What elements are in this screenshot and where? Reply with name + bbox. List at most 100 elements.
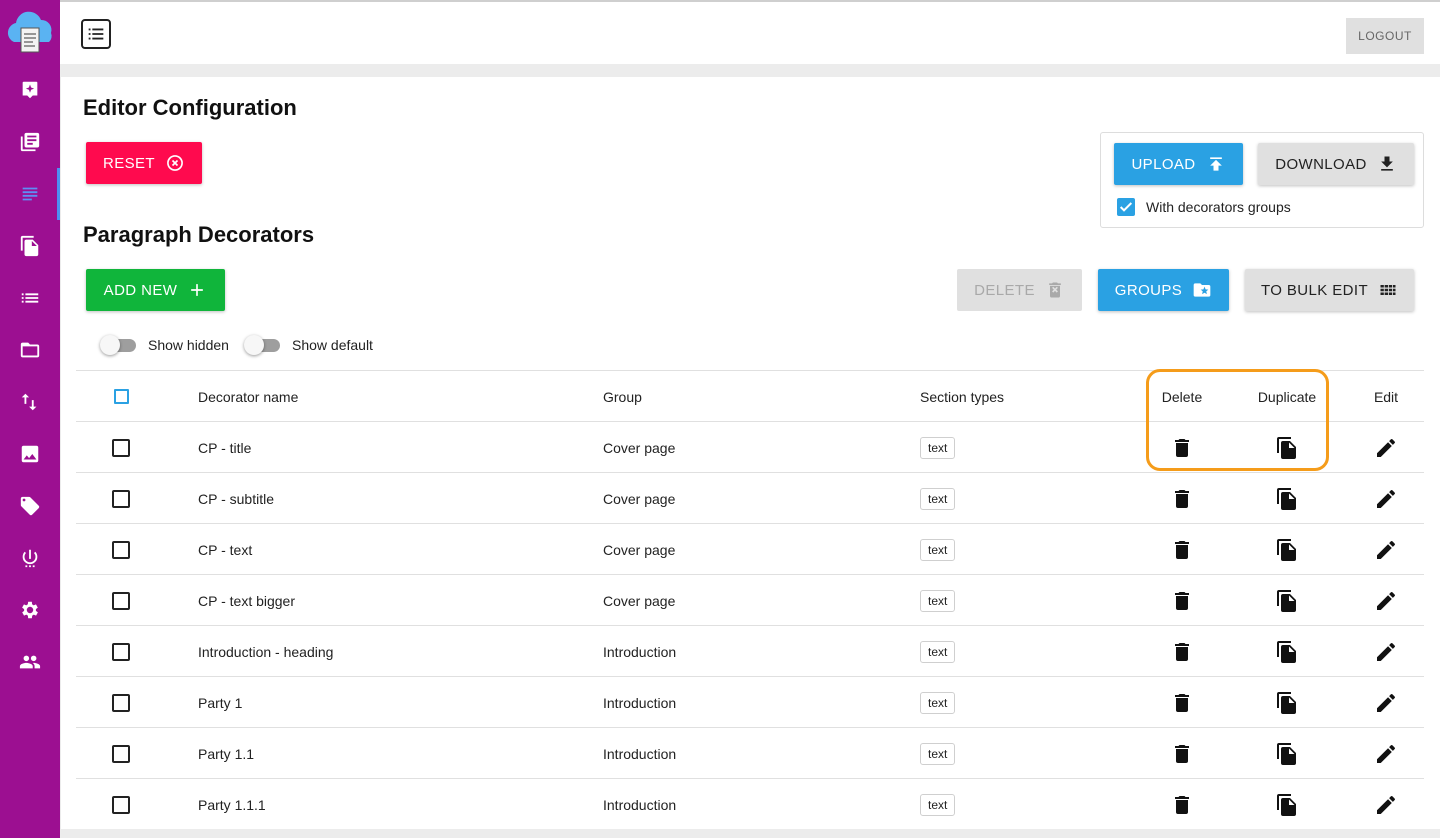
column-header-group[interactable]: Group (603, 371, 642, 422)
pencil-icon[interactable] (1374, 793, 1398, 817)
section-type-tag: text (920, 640, 956, 663)
pencil-icon[interactable] (1374, 436, 1398, 460)
show-hidden-switch[interactable] (100, 335, 136, 355)
delete-button-label: DELETE (974, 281, 1035, 299)
decorator-name: CP - subtitle (198, 490, 274, 507)
groups-button[interactable]: GROUPS (1098, 269, 1229, 311)
duplicate-icon[interactable] (1275, 589, 1299, 613)
pencil-icon[interactable] (1374, 640, 1398, 664)
table-row: CP - title Cover page text (76, 421, 1424, 472)
nav-sort-icon[interactable] (0, 382, 60, 422)
trash-icon[interactable] (1170, 640, 1194, 664)
duplicate-icon[interactable] (1275, 487, 1299, 511)
trash-icon[interactable] (1170, 436, 1194, 460)
decorator-group: Introduction (603, 643, 677, 660)
column-header-edit: Edit (1373, 388, 1399, 405)
section-type-tag: text (920, 589, 956, 612)
decorator-name: CP - title (198, 439, 252, 456)
trash-icon (1049, 282, 1061, 298)
cancel-circle-icon (167, 155, 183, 171)
with-groups-checkbox[interactable] (1117, 198, 1135, 216)
row-checkbox[interactable] (112, 744, 130, 763)
nav-list-icon[interactable] (0, 278, 60, 318)
trash-icon[interactable] (1170, 793, 1194, 817)
groups-button-label: GROUPS (1114, 281, 1183, 299)
logout-button[interactable]: LOGOUT (1346, 18, 1424, 54)
bulk-edit-button[interactable]: TO BULK EDIT (1245, 269, 1414, 311)
upload-download-panel: UPLOAD DOWNLOAD With decorators groups (1100, 132, 1424, 228)
download-button[interactable]: DOWNLOAD (1258, 143, 1414, 185)
row-checkbox[interactable] (112, 489, 130, 508)
pencil-icon[interactable] (1374, 742, 1398, 766)
duplicate-icon[interactable] (1275, 691, 1299, 715)
pencil-icon[interactable] (1374, 691, 1398, 715)
row-checkbox[interactable] (112, 540, 130, 559)
pencil-icon[interactable] (1374, 589, 1398, 613)
duplicate-icon[interactable] (1275, 793, 1299, 817)
nav-people-icon[interactable] (0, 642, 60, 682)
column-header-duplicate: Duplicate (1257, 388, 1317, 405)
reset-button[interactable]: RESET (86, 142, 202, 184)
section-type-tag: text (920, 742, 956, 765)
show-default-label: Show default (292, 337, 373, 353)
row-checkbox[interactable] (112, 591, 130, 610)
with-groups-label: With decorators groups (1146, 199, 1291, 215)
add-new-button[interactable]: ADD NEW (86, 269, 225, 311)
row-checkbox[interactable] (112, 438, 130, 457)
decorator-group: Introduction (603, 694, 677, 711)
table-row: Introduction - heading Introduction text (76, 625, 1424, 676)
table-row: Party 1.1 Introduction text (76, 727, 1424, 778)
nav-tag-icon[interactable] (0, 486, 60, 526)
section-title: Paragraph Decorators (83, 222, 315, 247)
nav-spark-doc-icon[interactable] (0, 70, 60, 110)
row-checkbox[interactable] (112, 795, 130, 814)
upload-button[interactable]: UPLOAD (1114, 143, 1243, 185)
decorator-name: Introduction - heading (198, 643, 334, 660)
decorator-name: Party 1 (198, 694, 243, 711)
decorator-name: Party 1.1.1 (198, 796, 266, 813)
section-type-tag: text (920, 793, 956, 816)
show-default-switch[interactable] (244, 335, 280, 355)
nav-copy-doc-icon[interactable] (0, 226, 60, 266)
app-logo-icon[interactable] (2, 6, 58, 58)
trash-icon[interactable] (1170, 487, 1194, 511)
pencil-icon[interactable] (1374, 487, 1398, 511)
pencil-icon[interactable] (1374, 538, 1398, 562)
duplicate-icon[interactable] (1275, 538, 1299, 562)
section-type-tag: text (920, 436, 956, 459)
trash-icon[interactable] (1170, 742, 1194, 766)
decorators-table: Decorator name Group Section types Delet… (76, 370, 1424, 829)
bulk-edit-button-label: TO BULK EDIT (1260, 281, 1369, 299)
duplicate-icon[interactable] (1275, 436, 1299, 460)
delete-selected-button[interactable]: DELETE (957, 269, 1082, 311)
decorator-name: CP - text bigger (198, 592, 296, 609)
table-row: Party 1 Introduction text (76, 676, 1424, 727)
table-header: Decorator name Group Section types Delet… (76, 370, 1424, 421)
decorator-group: Introduction (603, 796, 677, 813)
nav-paragraph-icon[interactable] (0, 168, 60, 220)
decorator-group: Cover page (603, 439, 676, 456)
page-title: Editor Configuration (83, 95, 297, 120)
menu-list-icon[interactable] (81, 19, 111, 49)
row-checkbox[interactable] (112, 693, 130, 712)
duplicate-icon[interactable] (1275, 640, 1299, 664)
show-default-toggle: Show default (244, 335, 373, 355)
upload-button-label: UPLOAD (1131, 155, 1196, 173)
row-checkbox[interactable] (112, 642, 130, 661)
trash-icon[interactable] (1170, 538, 1194, 562)
nav-image-icon[interactable] (0, 434, 60, 474)
table-row: CP - text Cover page text (76, 523, 1424, 574)
nav-library-icon[interactable] (0, 122, 60, 162)
upload-icon (1209, 157, 1222, 171)
table-row: CP - subtitle Cover page text (76, 472, 1424, 523)
column-header-name[interactable]: Decorator name (198, 371, 298, 422)
trash-icon[interactable] (1170, 589, 1194, 613)
trash-icon[interactable] (1170, 691, 1194, 715)
duplicate-icon[interactable] (1275, 742, 1299, 766)
nav-folder-icon[interactable] (0, 330, 60, 370)
nav-gear-icon[interactable] (0, 590, 60, 630)
column-header-section-types: Section types (920, 388, 1005, 405)
select-all-checkbox[interactable] (114, 389, 129, 404)
column-header-delete: Delete (1161, 388, 1203, 405)
nav-power-icon[interactable] (0, 538, 60, 578)
